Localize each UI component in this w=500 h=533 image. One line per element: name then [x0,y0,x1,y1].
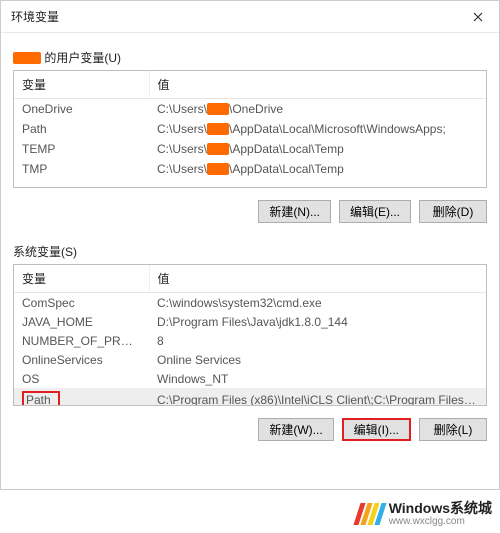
table-row[interactable]: OnlineServices Online Services [14,350,486,369]
edit-system-var-button[interactable]: 编辑(I)... [342,418,411,441]
user-buttons: 新建(N)... 编辑(E)... 删除(D) [13,194,487,237]
system-vars-label: 系统变量(S) [13,243,487,260]
var-value: C:\Users\\AppData\Local\Microsoft\Window… [149,119,486,139]
var-value: C:\Users\\OneDrive [149,99,486,120]
system-vars-table[interactable]: 变量 值 ComSpec C:\windows\system32\cmd.exe… [13,264,487,406]
new-user-var-button[interactable]: 新建(N)... [258,200,331,223]
table-row[interactable]: JAVA_HOME D:\Program Files\Java\jdk1.8.0… [14,312,486,331]
var-name: TEMP [14,139,149,159]
user-vars-label: 的用户变量(U) [13,49,487,66]
col-header-name[interactable]: 变量 [14,265,149,293]
var-name: OneDrive [14,99,149,120]
col-header-value[interactable]: 值 [149,71,486,99]
user-vars-table[interactable]: 变量 值 OneDrive C:\Users\\OneDrive Path C:… [13,70,487,188]
var-value: C:\Users\\AppData\Local\Temp [149,139,486,159]
watermark: Windows系统城 www.wxclgg.com [357,501,492,527]
table-row[interactable]: NUMBER_OF_PROCESSORS 8 [14,331,486,350]
var-name: ComSpec [14,293,149,313]
var-value: Online Services [149,350,486,369]
window-title: 环境变量 [11,8,59,25]
watermark-url: www.wxclgg.com [389,516,492,527]
var-value: D:\Program Files\Java\jdk1.8.0_144 [149,312,486,331]
var-value: Windows_NT [149,369,486,388]
system-buttons: 新建(W)... 编辑(I)... 删除(L) [13,412,487,455]
env-vars-dialog: 环境变量 的用户变量(U) 变量 值 OneDrive C:\Users\ [0,0,500,490]
var-name: Path [14,388,149,406]
dialog-content: 的用户变量(U) 变量 值 OneDrive C:\Users\\OneDriv… [1,33,499,455]
var-name: OnlineServices [14,350,149,369]
col-header-name[interactable]: 变量 [14,71,149,99]
table-row[interactable]: TMP C:\Users\\AppData\Local\Temp [14,159,486,179]
watermark-logo-icon [357,503,383,525]
var-name: Path [14,119,149,139]
table-row[interactable]: ComSpec C:\windows\system32\cmd.exe [14,293,486,313]
table-row[interactable]: TEMP C:\Users\\AppData\Local\Temp [14,139,486,159]
var-value: C:\Users\\AppData\Local\Temp [149,159,486,179]
var-value: C:\Program Files (x86)\Intel\iCLS Client… [149,388,486,406]
var-name: OS [14,369,149,388]
new-system-var-button[interactable]: 新建(W)... [258,418,333,441]
table-row[interactable]: OneDrive C:\Users\\OneDrive [14,99,486,120]
var-name: JAVA_HOME [14,312,149,331]
col-header-value[interactable]: 值 [149,265,486,293]
redacted-username [13,52,41,64]
var-name: NUMBER_OF_PROCESSORS [14,331,149,350]
edit-user-var-button[interactable]: 编辑(E)... [339,200,411,223]
var-value: 8 [149,331,486,350]
var-name: TMP [14,159,149,179]
table-row[interactable]: OS Windows_NT [14,369,486,388]
table-row-selected[interactable]: Path C:\Program Files (x86)\Intel\iCLS C… [14,388,486,406]
delete-user-var-button[interactable]: 删除(D) [419,200,487,223]
close-icon [473,12,483,22]
highlight-box: Path [22,391,60,407]
delete-system-var-button[interactable]: 删除(L) [419,418,487,441]
var-value: C:\windows\system32\cmd.exe [149,293,486,313]
watermark-title: Windows系统城 [389,501,492,516]
close-button[interactable] [457,1,499,33]
table-row[interactable]: Path C:\Users\\AppData\Local\Microsoft\W… [14,119,486,139]
titlebar: 环境变量 [1,1,499,33]
